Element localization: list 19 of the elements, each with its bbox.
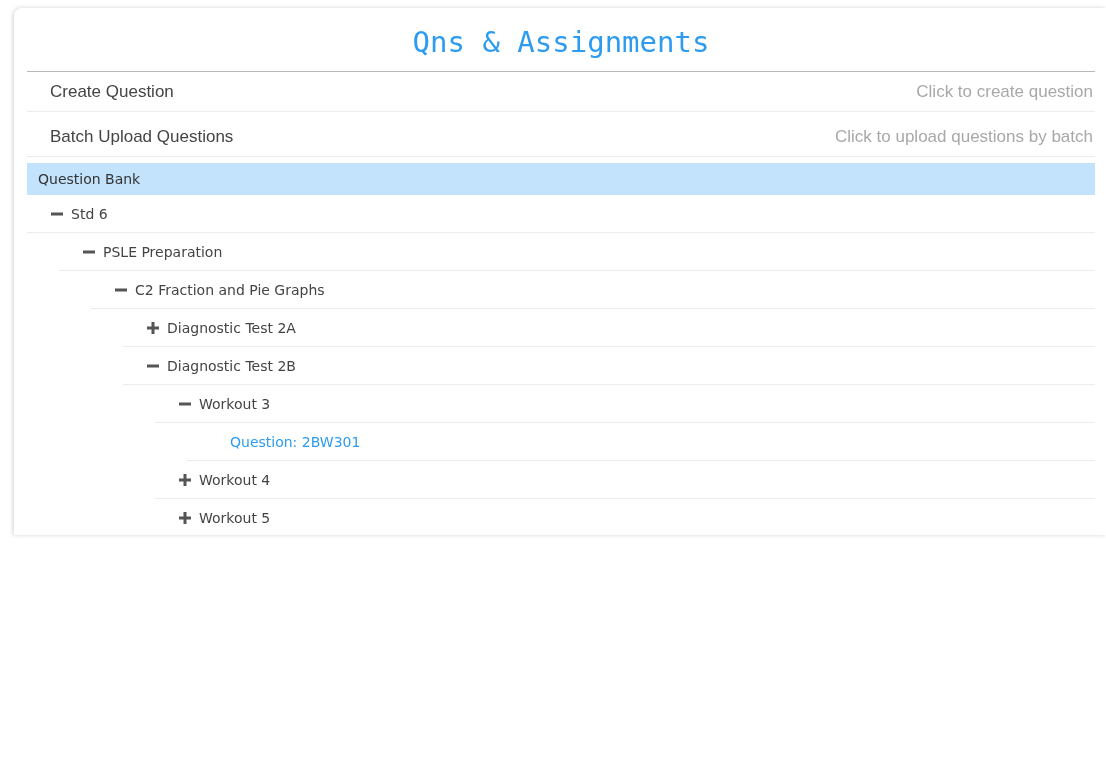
plus-icon[interactable] [179, 511, 191, 524]
action-label: Create Question [50, 81, 174, 102]
plus-icon[interactable] [179, 473, 191, 486]
action-hint: Click to create question [916, 81, 1093, 102]
tree-item[interactable]: PSLE Preparation [103, 243, 223, 260]
tree-item[interactable]: Workout 3 [199, 395, 271, 412]
tree-item[interactable]: Diagnostic Test 2A [167, 319, 296, 336]
action-hint: Click to upload questions by batch [835, 126, 1093, 147]
action-label: Batch Upload Questions [50, 126, 234, 147]
tree-item[interactable]: C2 Fraction and Pie Graphs [135, 281, 325, 298]
page-title: Qns & Assignments [27, 8, 1095, 72]
tree-item[interactable]: Diagnostic Test 2B [167, 357, 296, 374]
tree-item[interactable]: Std 6 [71, 205, 108, 222]
tree-item[interactable]: Workout 5 [199, 509, 271, 526]
action-row[interactable]: Create Question Click to create question [27, 72, 1095, 112]
action-row[interactable]: Batch Upload Questions Click to upload questions by batch [27, 117, 1095, 157]
tree-item[interactable]: Workout 4 [199, 471, 271, 488]
question-bank-header[interactable]: Question Bank [27, 163, 1095, 195]
plus-icon[interactable] [147, 321, 159, 334]
